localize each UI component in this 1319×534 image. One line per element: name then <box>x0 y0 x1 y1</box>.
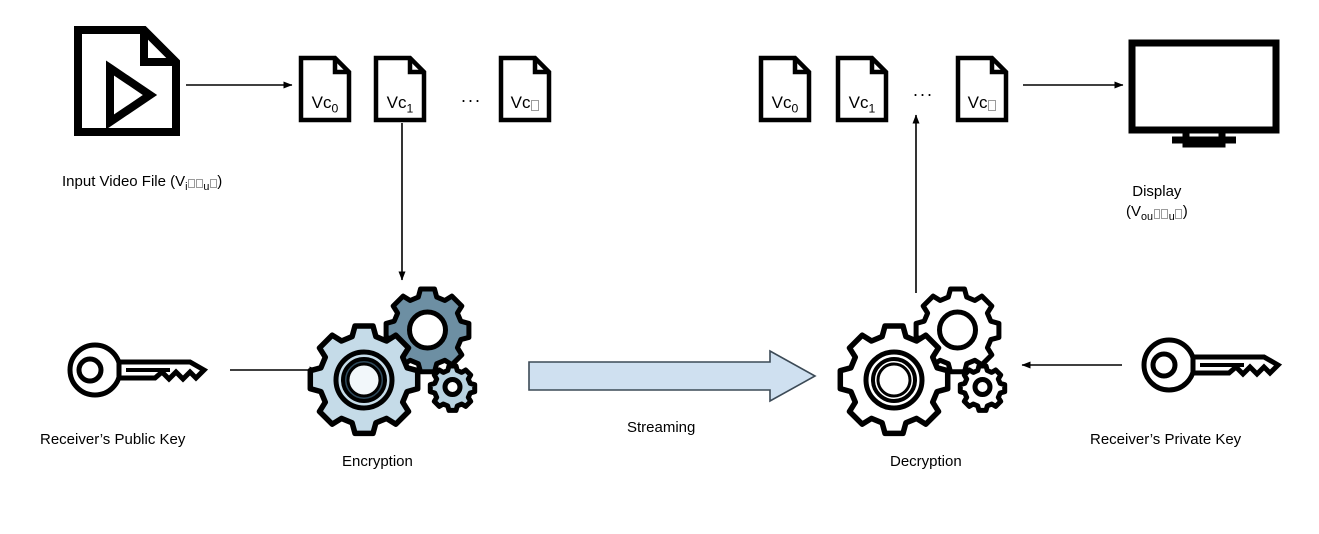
gear-small <box>957 363 1008 413</box>
sender-chunk-1-text: Vc1 <box>386 93 414 116</box>
privatekey-to-decryption-arrow <box>1021 361 1122 369</box>
missing-glyph-box <box>531 99 539 111</box>
input-video-file-label: Input Video File (Vi u) <box>62 172 222 195</box>
missing-glyph-box <box>195 178 203 189</box>
public-key-label: Receiver’s Public Key <box>40 431 186 448</box>
display-sub-ou: ou <box>1141 211 1154 224</box>
display-label-line1: Display <box>1132 183 1182 200</box>
block-arrow-right-icon <box>528 349 817 403</box>
sender-chunk-0-subscript: 0 <box>331 101 339 116</box>
missing-glyph-box <box>988 99 996 111</box>
receiver-chunk-1: Vc1 <box>835 55 889 123</box>
gears-icon <box>307 286 478 437</box>
receiver-chunks-ellipsis: ... <box>913 80 935 100</box>
decryption-to-chunks-arrow <box>912 114 920 293</box>
sender-chunk-n: Vc <box>498 55 552 123</box>
gear-large <box>837 323 951 437</box>
sender-chunk-0: Vc0 <box>298 55 352 123</box>
sender-chunk-1-subscript: 1 <box>406 101 414 116</box>
chunk-to-encryption-arrow <box>398 123 406 281</box>
missing-glyph-box <box>188 178 195 189</box>
chunks-to-display-arrow <box>1023 81 1124 89</box>
monitor-icon <box>1128 39 1280 148</box>
input-video-sub-u: u <box>203 181 210 193</box>
encryption-label: Encryption <box>342 453 413 470</box>
receiver-chunk-0-text: Vc0 <box>771 93 799 116</box>
receiver-chunk-1-subscript: 1 <box>868 101 876 116</box>
gears-icon <box>837 286 1008 437</box>
gear-small <box>427 363 478 413</box>
decryption-label: Decryption <box>890 453 962 470</box>
receiver-chunk-0: Vc0 <box>758 55 812 123</box>
sender-chunk-1: Vc1 <box>373 55 427 123</box>
gear-large <box>307 323 421 437</box>
streaming-label: Streaming <box>627 419 696 436</box>
input-video-file-label-text: Input Video File (V <box>62 173 186 190</box>
video-to-chunks-arrow <box>186 81 293 89</box>
display-sub-u: u <box>1168 211 1175 224</box>
display-label-line2: (Vou u) <box>1126 203 1188 224</box>
missing-glyph-box <box>1175 209 1183 219</box>
sender-chunk-0-text: Vc0 <box>311 93 339 116</box>
missing-glyph-box <box>1153 209 1161 219</box>
sender-chunks-ellipsis: ... <box>461 86 483 106</box>
receiver-chunk-1-text: Vc1 <box>848 93 876 116</box>
video-file-icon <box>72 26 182 136</box>
diagram-canvas: Input Video File (Vi u) Vc0 Vc1 ... Vc R… <box>0 0 1319 534</box>
input-video-label-close: ) <box>217 173 223 190</box>
missing-glyph-box <box>1161 209 1169 219</box>
private-key-label: Receiver’s Private Key <box>1090 431 1242 448</box>
key-icon <box>66 341 212 399</box>
key-icon <box>1140 336 1286 394</box>
receiver-chunk-n-text: Vc <box>955 93 1009 113</box>
sender-chunk-n-text: Vc <box>498 93 552 113</box>
display-label: Display (Vou u) <box>1126 182 1188 225</box>
receiver-chunk-0-subscript: 0 <box>791 101 799 116</box>
receiver-chunk-n: Vc <box>955 55 1009 123</box>
missing-glyph-box <box>209 178 217 189</box>
